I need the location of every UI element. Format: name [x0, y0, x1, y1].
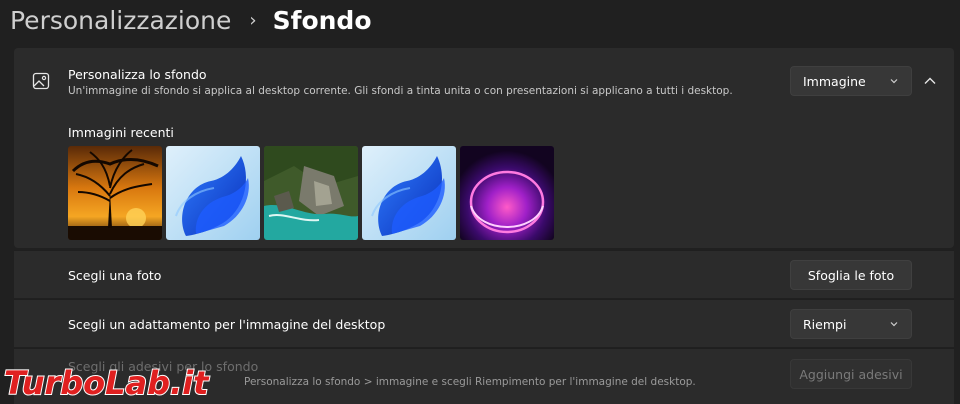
background-card-title: Personalizza lo sfondo: [68, 67, 207, 82]
windows-bloom-blue-thumbnail-2[interactable]: [362, 146, 456, 240]
background-type-value: Immagine: [803, 73, 866, 89]
stickers-note: Personalizza lo sfondo > immagine e sceg…: [244, 376, 696, 388]
recent-images-list: [68, 146, 554, 240]
background-settings-card: Personalizza lo sfondo Un'immagine di sf…: [14, 48, 954, 248]
chevron-down-icon: [890, 322, 898, 327]
breadcrumb: Personalizzazione › Sfondo: [10, 2, 372, 38]
fit-row: Scegli un adattamento per l'immagine del…: [14, 299, 954, 347]
background-card-header[interactable]: Personalizza lo sfondo Un'immagine di sf…: [14, 48, 954, 114]
add-stickers-button[interactable]: Aggiungi adesivi: [790, 359, 912, 389]
fit-dropdown[interactable]: Riempi: [790, 309, 912, 339]
sunset-tree-thumbnail[interactable]: [68, 146, 162, 240]
coastal-rocks-thumbnail[interactable]: [264, 146, 358, 240]
background-card-description: Un'immagine di sfondo si applica al desk…: [68, 85, 733, 97]
svg-text:TurboLab.it: TurboLab.it: [4, 364, 210, 402]
browse-photos-button[interactable]: Sfoglia le foto: [790, 260, 912, 290]
fit-value: Riempi: [803, 316, 847, 332]
purple-glow-thumbnail[interactable]: [460, 146, 554, 240]
turbolab-watermark-logo: TurboLab.it: [3, 363, 211, 403]
page-title: Sfondo: [272, 5, 372, 35]
background-type-dropdown[interactable]: Immagine: [790, 66, 912, 96]
chevron-down-icon: [890, 79, 898, 84]
recent-images-label: Immagini recenti: [68, 125, 174, 140]
breadcrumb-parent[interactable]: Personalizzazione: [10, 6, 231, 35]
fit-label: Scegli un adattamento per l'immagine del…: [68, 317, 386, 332]
windows-bloom-blue-thumbnail[interactable]: [166, 146, 260, 240]
choose-photo-label: Scegli una foto: [68, 268, 162, 283]
breadcrumb-separator: ›: [249, 9, 257, 31]
chevron-up-icon[interactable]: [922, 73, 938, 89]
image-icon: [32, 72, 50, 90]
choose-photo-row: Scegli una foto Sfoglia le foto: [14, 250, 954, 298]
